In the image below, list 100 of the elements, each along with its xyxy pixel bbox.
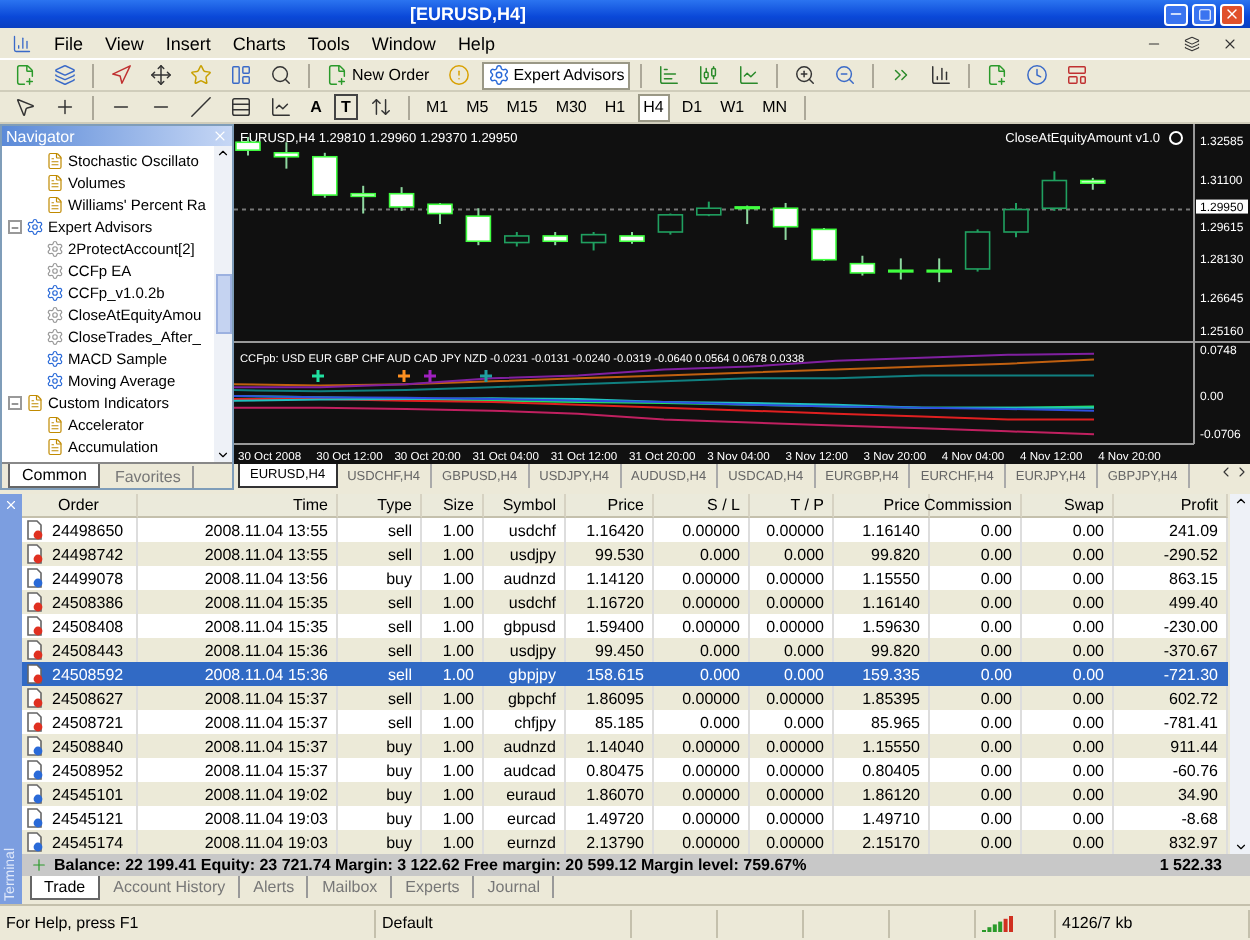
table-cell[interactable]: buy: [338, 566, 422, 590]
table-cell[interactable]: sell: [338, 614, 422, 638]
table-cell[interactable]: gbpusd: [484, 614, 566, 638]
table-cell[interactable]: 0.00000: [750, 566, 834, 590]
menu-item[interactable]: View: [105, 33, 144, 53]
table-cell[interactable]: 0.00: [930, 566, 1022, 590]
table-cell[interactable]: 1.00: [422, 806, 484, 830]
table-cell[interactable]: 0.80475: [566, 758, 654, 782]
table-cell[interactable]: -721.30: [1114, 662, 1228, 686]
column-header[interactable]: Symbol: [484, 494, 566, 518]
table-cell[interactable]: usdchf: [484, 518, 566, 542]
menu-item[interactable]: Insert: [165, 33, 211, 53]
timeframe-button[interactable]: H1: [598, 93, 632, 121]
table-cell[interactable]: 159.335: [834, 662, 930, 686]
table-cell[interactable]: 24508840: [22, 734, 138, 758]
menu-item[interactable]: File: [54, 33, 84, 53]
table-cell[interactable]: 24545101: [22, 782, 138, 806]
table-cell[interactable]: 0.80405: [834, 758, 930, 782]
table-cell[interactable]: 24508627: [22, 686, 138, 710]
tab[interactable]: Alerts: [241, 876, 309, 898]
column-header[interactable]: T / P: [750, 494, 834, 518]
table-cell[interactable]: 24508592: [22, 662, 138, 686]
table-cell[interactable]: 0.00: [930, 662, 1022, 686]
column-header[interactable]: Time: [138, 494, 338, 518]
table-cell[interactable]: 1.16140: [834, 518, 930, 542]
table-cell[interactable]: 1.16420: [566, 518, 654, 542]
table-cell[interactable]: 1.00: [422, 662, 484, 686]
table-cell[interactable]: 863.15: [1114, 566, 1228, 590]
tab[interactable]: Journal: [475, 876, 555, 898]
table-cell[interactable]: 1.00: [422, 710, 484, 734]
table-cell[interactable]: 0.00: [1022, 518, 1114, 542]
table-cell[interactable]: gbpjpy: [484, 662, 566, 686]
table-cell[interactable]: -60.76: [1114, 758, 1228, 782]
table-cell[interactable]: 1.14120: [566, 566, 654, 590]
table-cell[interactable]: 2008.11.04 13:56: [138, 566, 338, 590]
table-cell[interactable]: 0.00: [1022, 806, 1114, 830]
table-cell[interactable]: 0.00: [930, 614, 1022, 638]
table-cell[interactable]: sell: [338, 662, 422, 686]
table-cell[interactable]: 241.09: [1114, 518, 1228, 542]
table-cell[interactable]: buy: [338, 806, 422, 830]
table-cell[interactable]: 1.00: [422, 614, 484, 638]
table-cell[interactable]: 24498742: [22, 542, 138, 566]
table-cell[interactable]: 2008.11.04 13:55: [138, 518, 338, 542]
menu-item[interactable]: Window: [371, 33, 436, 53]
table-cell[interactable]: 2008.11.04 15:36: [138, 662, 338, 686]
table-cell[interactable]: 0.00: [930, 806, 1022, 830]
table-cell[interactable]: 24508443: [22, 638, 138, 662]
table-cell[interactable]: buy: [338, 758, 422, 782]
table-cell[interactable]: 0.00000: [654, 758, 750, 782]
tab[interactable]: Mailbox: [310, 876, 392, 898]
table-cell[interactable]: 0.00: [930, 710, 1022, 734]
table-cell[interactable]: 0.00000: [750, 614, 834, 638]
table-cell[interactable]: 0.00000: [750, 806, 834, 830]
table-cell[interactable]: chfjpy: [484, 710, 566, 734]
column-header[interactable]: Type: [338, 494, 422, 518]
table-cell[interactable]: 0.000: [654, 662, 750, 686]
table-cell[interactable]: 24545174: [22, 830, 138, 854]
timeframe-button[interactable]: MN: [756, 93, 794, 121]
table-cell[interactable]: 0.00: [1022, 710, 1114, 734]
tab[interactable]: Account History: [101, 876, 240, 898]
table-cell[interactable]: -8.68: [1114, 806, 1228, 830]
table-cell[interactable]: 0.00000: [654, 806, 750, 830]
table-cell[interactable]: 0.000: [654, 710, 750, 734]
table-cell[interactable]: 1.15550: [834, 566, 930, 590]
column-header[interactable]: Size: [422, 494, 484, 518]
timeframe-button[interactable]: M30: [549, 93, 593, 121]
table-cell[interactable]: 0.00: [930, 518, 1022, 542]
menu-item[interactable]: Help: [457, 33, 495, 53]
table-cell[interactable]: 85.965: [834, 710, 930, 734]
timeframe-button[interactable]: W1: [714, 93, 751, 121]
table-cell[interactable]: eurcad: [484, 806, 566, 830]
table-cell[interactable]: 0.00: [930, 758, 1022, 782]
table-cell[interactable]: 1.59630: [834, 614, 930, 638]
table-cell[interactable]: sell: [338, 518, 422, 542]
table-cell[interactable]: 0.00: [1022, 614, 1114, 638]
timeframe-button[interactable]: M5: [460, 93, 495, 121]
timeframe-button[interactable]: M1: [420, 93, 455, 121]
table-cell[interactable]: 0.00000: [654, 614, 750, 638]
table-cell[interactable]: 1.00: [422, 518, 484, 542]
table-cell[interactable]: 0.00: [1022, 566, 1114, 590]
timeframe-button[interactable]: M15: [500, 93, 544, 121]
timeframe-button[interactable]: D1: [675, 93, 709, 121]
column-header[interactable]: S / L: [654, 494, 750, 518]
table-cell[interactable]: 0.00000: [654, 566, 750, 590]
menu-item[interactable]: Tools: [307, 33, 350, 53]
table-cell[interactable]: 2008.11.04 15:37: [138, 710, 338, 734]
table-cell[interactable]: 1.49720: [566, 806, 654, 830]
table-cell[interactable]: audnzd: [484, 566, 566, 590]
table-cell[interactable]: 2008.11.04 19:03: [138, 806, 338, 830]
table-cell[interactable]: 2008.11.04 15:35: [138, 614, 338, 638]
table-cell[interactable]: 1.49710: [834, 806, 930, 830]
tab[interactable]: Experts: [393, 876, 474, 898]
expert-advisors-button[interactable]: Expert Advisors: [481, 61, 631, 89]
table-cell[interactable]: 2008.11.04 15:37: [138, 758, 338, 782]
column-header[interactable]: Profit: [1114, 494, 1228, 518]
tab[interactable]: Favorites: [102, 466, 195, 488]
column-header[interactable]: Price: [566, 494, 654, 518]
table-cell[interactable]: -230.00: [1114, 614, 1228, 638]
table-cell[interactable]: 0.00000: [654, 518, 750, 542]
table-cell[interactable]: 0.000: [750, 662, 834, 686]
